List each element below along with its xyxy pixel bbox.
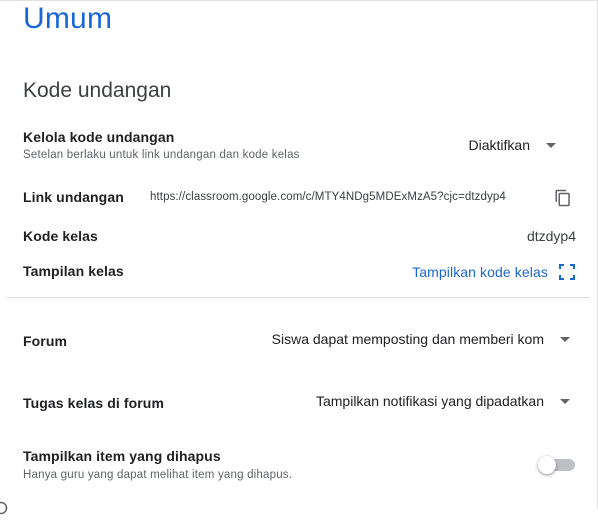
- copy-icon[interactable]: [554, 189, 572, 207]
- toggle-thumb: [538, 456, 556, 474]
- show-class-code-button[interactable]: Tampilkan kode kelas: [412, 264, 548, 280]
- class-code-label: Kode kelas: [23, 228, 98, 244]
- copy-icon-glyph: [555, 189, 570, 207]
- forum-dropdown[interactable]: Siswa dapat memposting dan memberi kom: [250, 331, 570, 347]
- chevron-down-icon: [560, 336, 570, 342]
- top-border: [0, 0, 598, 1]
- classwork-label: Tugas kelas di forum: [23, 395, 164, 411]
- help-icon-glyph: [0, 501, 8, 515]
- manage-invite-selected: Diaktifkan: [468, 137, 530, 153]
- page-title: Umum: [23, 2, 113, 35]
- section-title-invite: Kode undangan: [23, 79, 172, 102]
- forum-selected: Siswa dapat memposting dan memberi kom: [271, 331, 544, 347]
- manage-invite-description: Setelan berlaku untuk link undangan dan …: [23, 149, 300, 161]
- invite-link-url[interactable]: https://classroom.google.com/c/MTY4NDg5M…: [150, 191, 506, 203]
- fullscreen-icon-glyph: [559, 264, 575, 280]
- deleted-items-label: Tampilkan item yang dihapus: [23, 448, 221, 464]
- deleted-items-description: Hanya guru yang dapat melihat item yang …: [23, 469, 293, 481]
- chevron-down-icon: [560, 398, 570, 404]
- class-display-label: Tampilan kelas: [23, 263, 124, 279]
- forum-label: Forum: [23, 333, 68, 349]
- deleted-items-toggle[interactable]: [538, 456, 576, 474]
- chevron-down-icon: [546, 142, 556, 148]
- classwork-selected: Tampilkan notifikasi yang dipadatkan: [315, 393, 544, 409]
- manage-invite-dropdown[interactable]: Diaktifkan: [416, 137, 556, 153]
- invite-link-label: Link undangan: [23, 189, 124, 205]
- section-divider: [7, 297, 590, 298]
- help-icon[interactable]: [0, 501, 8, 515]
- class-code-value: dtzdyp4: [526, 228, 576, 244]
- classwork-dropdown[interactable]: Tampilkan notifikasi yang dipadatkan: [250, 393, 570, 409]
- fullscreen-icon[interactable]: [559, 264, 575, 280]
- manage-invite-label: Kelola kode undangan: [23, 129, 175, 145]
